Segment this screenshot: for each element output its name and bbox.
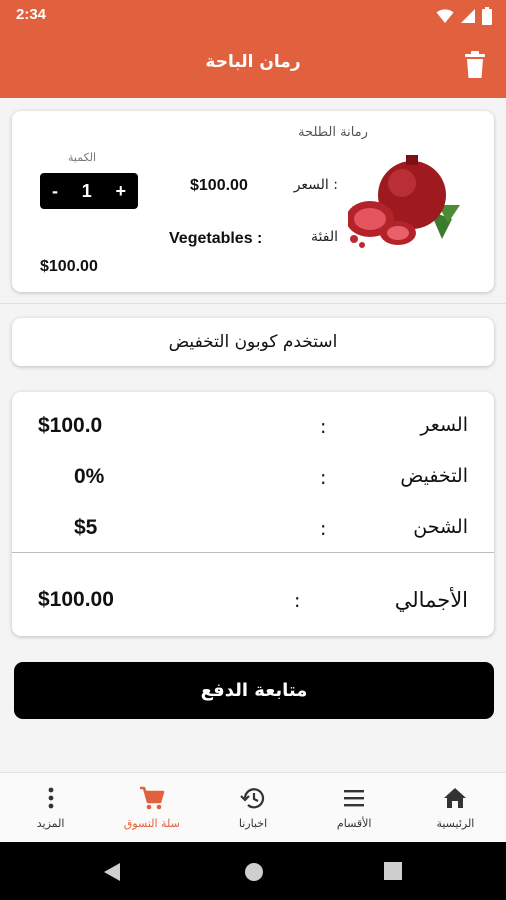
nav-label-home: الرئيسية bbox=[436, 817, 475, 830]
nav-item-home[interactable]: الرئيسية bbox=[405, 773, 506, 842]
home-icon bbox=[444, 788, 467, 808]
history-icon bbox=[240, 788, 265, 809]
subtotal-label: السعر bbox=[420, 414, 468, 436]
total-label: الأجمالي bbox=[394, 588, 468, 612]
status-time: 2:34 bbox=[16, 6, 47, 23]
total-value: $100.00 bbox=[38, 588, 114, 611]
menu-icon bbox=[344, 790, 365, 807]
increment-button[interactable]: + bbox=[115, 181, 126, 202]
coupon-button[interactable]: استخدم كوبون التخفيض bbox=[12, 318, 494, 366]
recents-icon[interactable] bbox=[384, 862, 402, 880]
home-circle-icon[interactable] bbox=[244, 862, 264, 882]
price-label: السعر : bbox=[293, 177, 338, 193]
subtotal-colon: : bbox=[320, 416, 327, 438]
price-value: $100.00 bbox=[190, 177, 248, 194]
coupon-label: استخدم كوبون التخفيض bbox=[168, 332, 338, 352]
battery-icon bbox=[482, 7, 492, 25]
checkout-button[interactable]: متابعة الدفع bbox=[14, 662, 494, 719]
status-bar: 2:34 bbox=[0, 0, 506, 32]
nav-item-cart[interactable]: سلة التسوق bbox=[101, 773, 202, 842]
discount-value: 0% bbox=[74, 465, 105, 488]
category-value: Vegetables : bbox=[169, 230, 263, 247]
shipping-colon: : bbox=[320, 518, 327, 540]
discount-label: التخفيض bbox=[400, 465, 468, 487]
signal-icon bbox=[461, 9, 475, 23]
more-vert-icon bbox=[48, 787, 53, 809]
product-name: رمانة الطلحة bbox=[298, 125, 368, 140]
bottom-nav: المزيد سلة التسوق اخبارنا الأقسام الرئيس… bbox=[0, 772, 506, 842]
nav-label-cart: سلة التسوق bbox=[123, 817, 180, 830]
discount-colon: : bbox=[320, 467, 327, 489]
nav-label-categories: الأقسام bbox=[336, 817, 372, 830]
nav-item-more[interactable]: المزيد bbox=[0, 773, 101, 842]
nav-label-more: المزيد bbox=[36, 817, 65, 830]
cart-icon bbox=[139, 786, 165, 810]
category-label: الفئة bbox=[311, 229, 338, 245]
wifi-icon bbox=[436, 9, 454, 23]
shipping-label: الشحن bbox=[413, 516, 468, 538]
quantity-value: 1 bbox=[81, 180, 92, 201]
order-summary: السعر : $100.0 التخفيض : 0% الشحن : $5 ا… bbox=[12, 392, 494, 636]
system-nav-bar bbox=[0, 842, 506, 900]
subtotal-value: $100.0 bbox=[38, 414, 103, 437]
quantity-stepper[interactable]: - 1 + bbox=[40, 173, 138, 209]
shipping-value: $5 bbox=[74, 516, 98, 539]
section-divider bbox=[0, 303, 506, 304]
trash-icon bbox=[465, 51, 485, 78]
line-total: $100.00 bbox=[40, 258, 98, 275]
total-colon: : bbox=[294, 590, 301, 612]
cart-item-card: رمانة الطلحة السعر : $100.00 الفئة Veget… bbox=[12, 111, 494, 292]
nav-item-categories[interactable]: الأقسام bbox=[304, 773, 405, 842]
summary-divider bbox=[12, 552, 494, 553]
checkout-label: متابعة الدفع bbox=[200, 680, 308, 701]
nav-item-news[interactable]: اخبارنا bbox=[202, 773, 303, 842]
nav-label-news: اخبارنا bbox=[238, 817, 268, 830]
back-icon[interactable] bbox=[103, 862, 121, 882]
app-bar: رمان الباحة bbox=[0, 32, 506, 98]
page-title: رمان الباحة bbox=[205, 52, 301, 72]
quantity-label: الكمية bbox=[68, 151, 97, 164]
pomegranate-image bbox=[348, 153, 464, 253]
status-icons bbox=[436, 7, 492, 25]
delete-button[interactable] bbox=[462, 51, 488, 79]
decrement-button[interactable]: - bbox=[52, 181, 58, 202]
